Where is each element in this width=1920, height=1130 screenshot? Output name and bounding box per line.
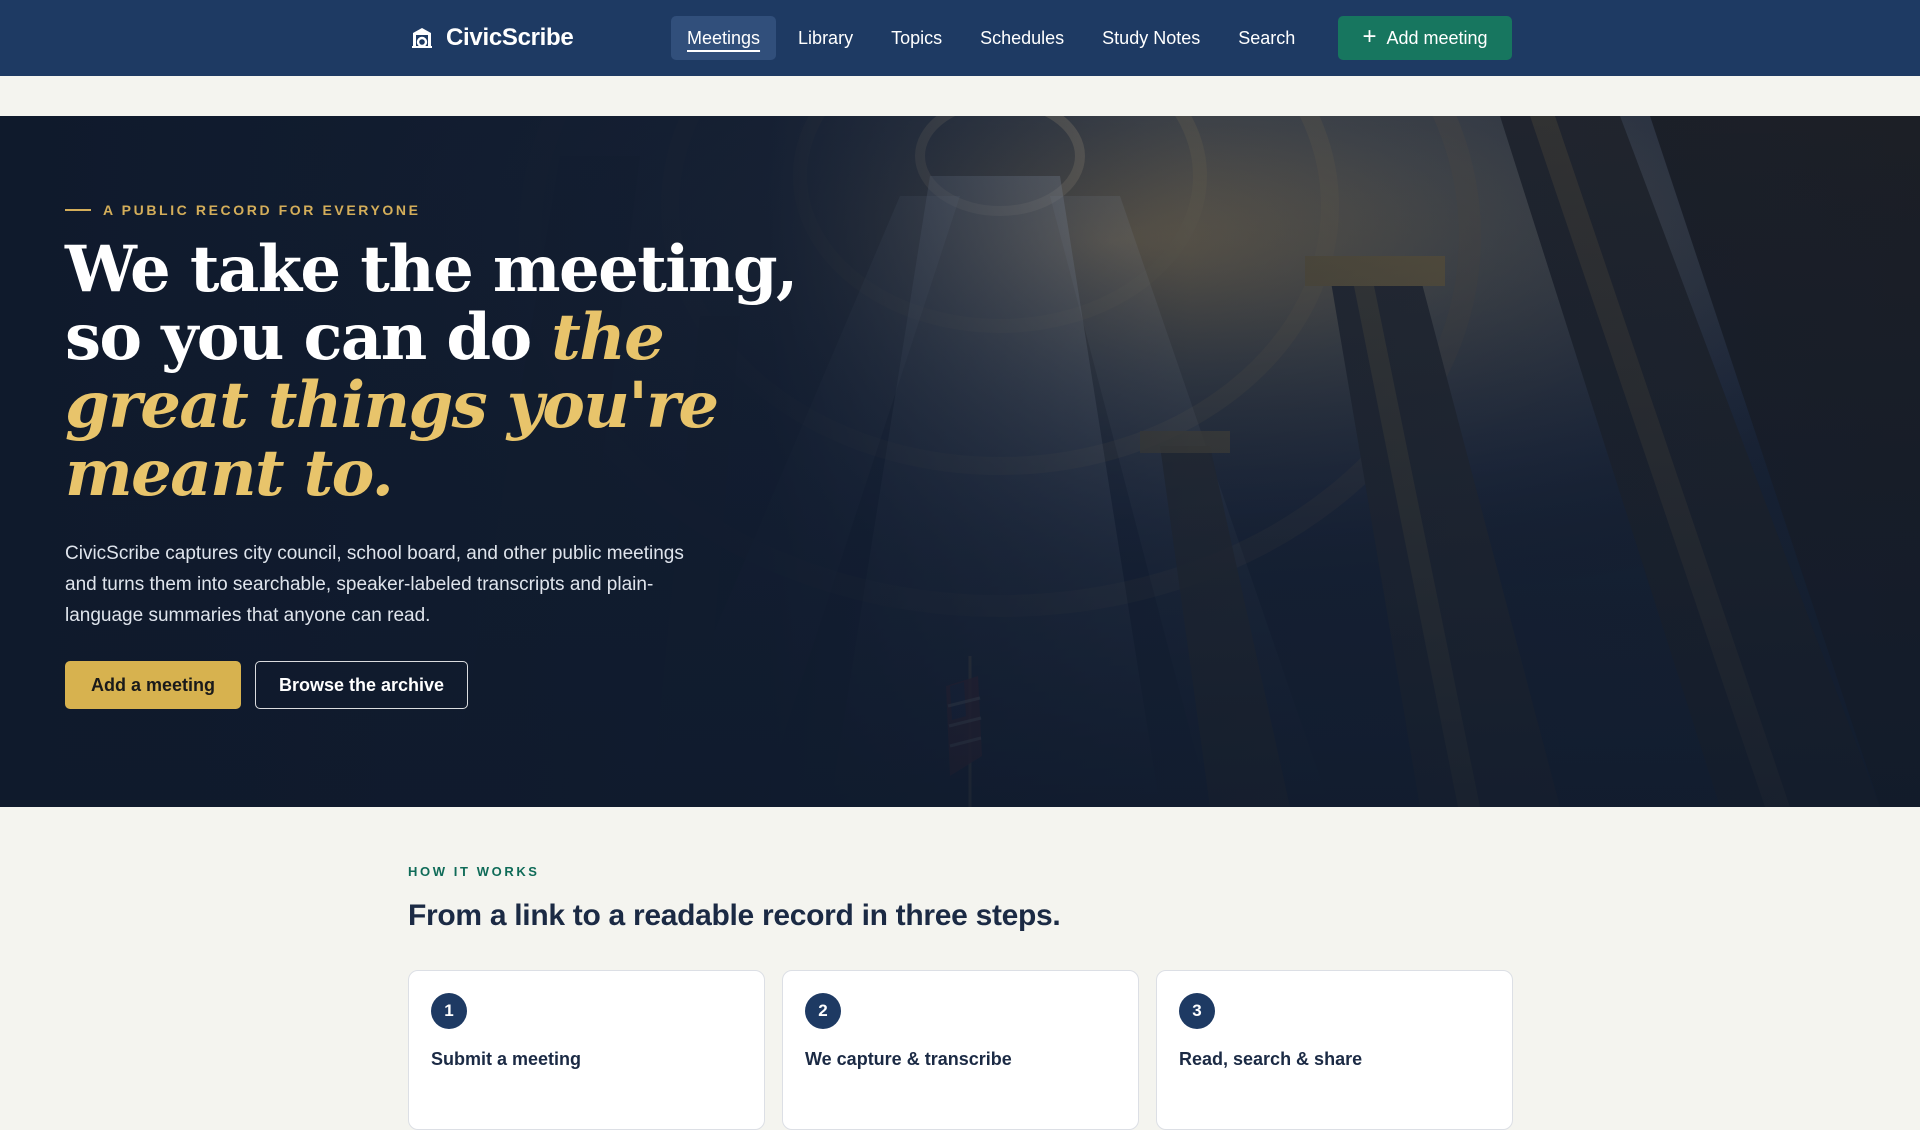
step-title: We capture & transcribe (805, 1049, 1012, 1069)
headline-line-2: so you can do (65, 300, 552, 375)
add-meeting-button[interactable]: + Add meeting (1338, 16, 1512, 60)
step-number-badge: 1 (431, 993, 467, 1029)
step-card: 2 We capture & transcribe (782, 970, 1139, 1130)
steps-list: 1 Submit a meeting 2 We capture & transc… (408, 970, 1513, 1130)
add-meeting-label: Add meeting (1386, 27, 1488, 48)
nav-item-topics[interactable]: Topics (875, 16, 958, 60)
nav-item-label: Schedules (980, 27, 1065, 48)
nav-item-schedules[interactable]: Schedules (964, 16, 1080, 60)
headline-line-1: We take the meeting, (65, 232, 798, 307)
eyebrow-rule (65, 209, 91, 211)
nav-item-label: Study Notes (1102, 27, 1201, 48)
nav-item-search[interactable]: Search (1222, 16, 1311, 60)
hero-description: CivicScribe captures city council, schoo… (65, 543, 684, 626)
hero-eyebrow-text: A PUBLIC RECORD FOR EVERYONE (103, 202, 421, 218)
headline-accent-line-2: the (551, 300, 665, 375)
hero-content: A PUBLIC RECORD FOR EVERYONE We take the… (65, 202, 825, 709)
headline-accent-line-4: meant to. (65, 436, 394, 511)
brand-logo[interactable]: CivicScribe (410, 0, 574, 76)
add-a-meeting-button[interactable]: Add a meeting (65, 661, 241, 709)
step-number-badge: 2 (805, 993, 841, 1029)
nav-item-meetings[interactable]: Meetings (671, 16, 777, 60)
how-it-works-section: HOW IT WORKS From a link to a readable r… (408, 864, 1513, 1130)
nav-item-label: Library (798, 27, 854, 48)
headline-accent-line-3: great things you're (65, 368, 719, 443)
nav-item-label: Meetings (687, 27, 761, 48)
building-icon (412, 28, 432, 48)
nav-item-label: Topics (891, 27, 943, 48)
hero-eyebrow: A PUBLIC RECORD FOR EVERYONE (65, 202, 825, 218)
step-title: Submit a meeting (431, 1049, 582, 1069)
main-nav: Meetings Library Topics Schedules Study … (671, 16, 1311, 60)
hero-headline: We take the meeting, so you can do the g… (65, 236, 825, 508)
step-number-badge: 3 (1179, 993, 1215, 1029)
plus-icon: + (1362, 23, 1377, 50)
top-navigation: CivicScribe Meetings Library Topics Sche… (0, 0, 1920, 76)
brand-name: CivicScribe (446, 24, 574, 51)
hero-section: A PUBLIC RECORD FOR EVERYONE We take the… (0, 116, 1920, 807)
browse-archive-button[interactable]: Browse the archive (255, 661, 468, 709)
how-it-works-eyebrow: HOW IT WORKS (408, 864, 540, 879)
nav-item-label: Search (1238, 27, 1296, 48)
step-title: Read, search & share (1179, 1049, 1363, 1069)
hero-actions: Add a meeting Browse the archive (65, 661, 825, 709)
step-card: 1 Submit a meeting (408, 970, 765, 1130)
nav-item-library[interactable]: Library (782, 16, 869, 60)
how-it-works-title: From a link to a readable record in thre… (408, 899, 1061, 932)
step-card: 3 Read, search & share (1156, 970, 1513, 1130)
nav-item-study-notes[interactable]: Study Notes (1086, 16, 1216, 60)
